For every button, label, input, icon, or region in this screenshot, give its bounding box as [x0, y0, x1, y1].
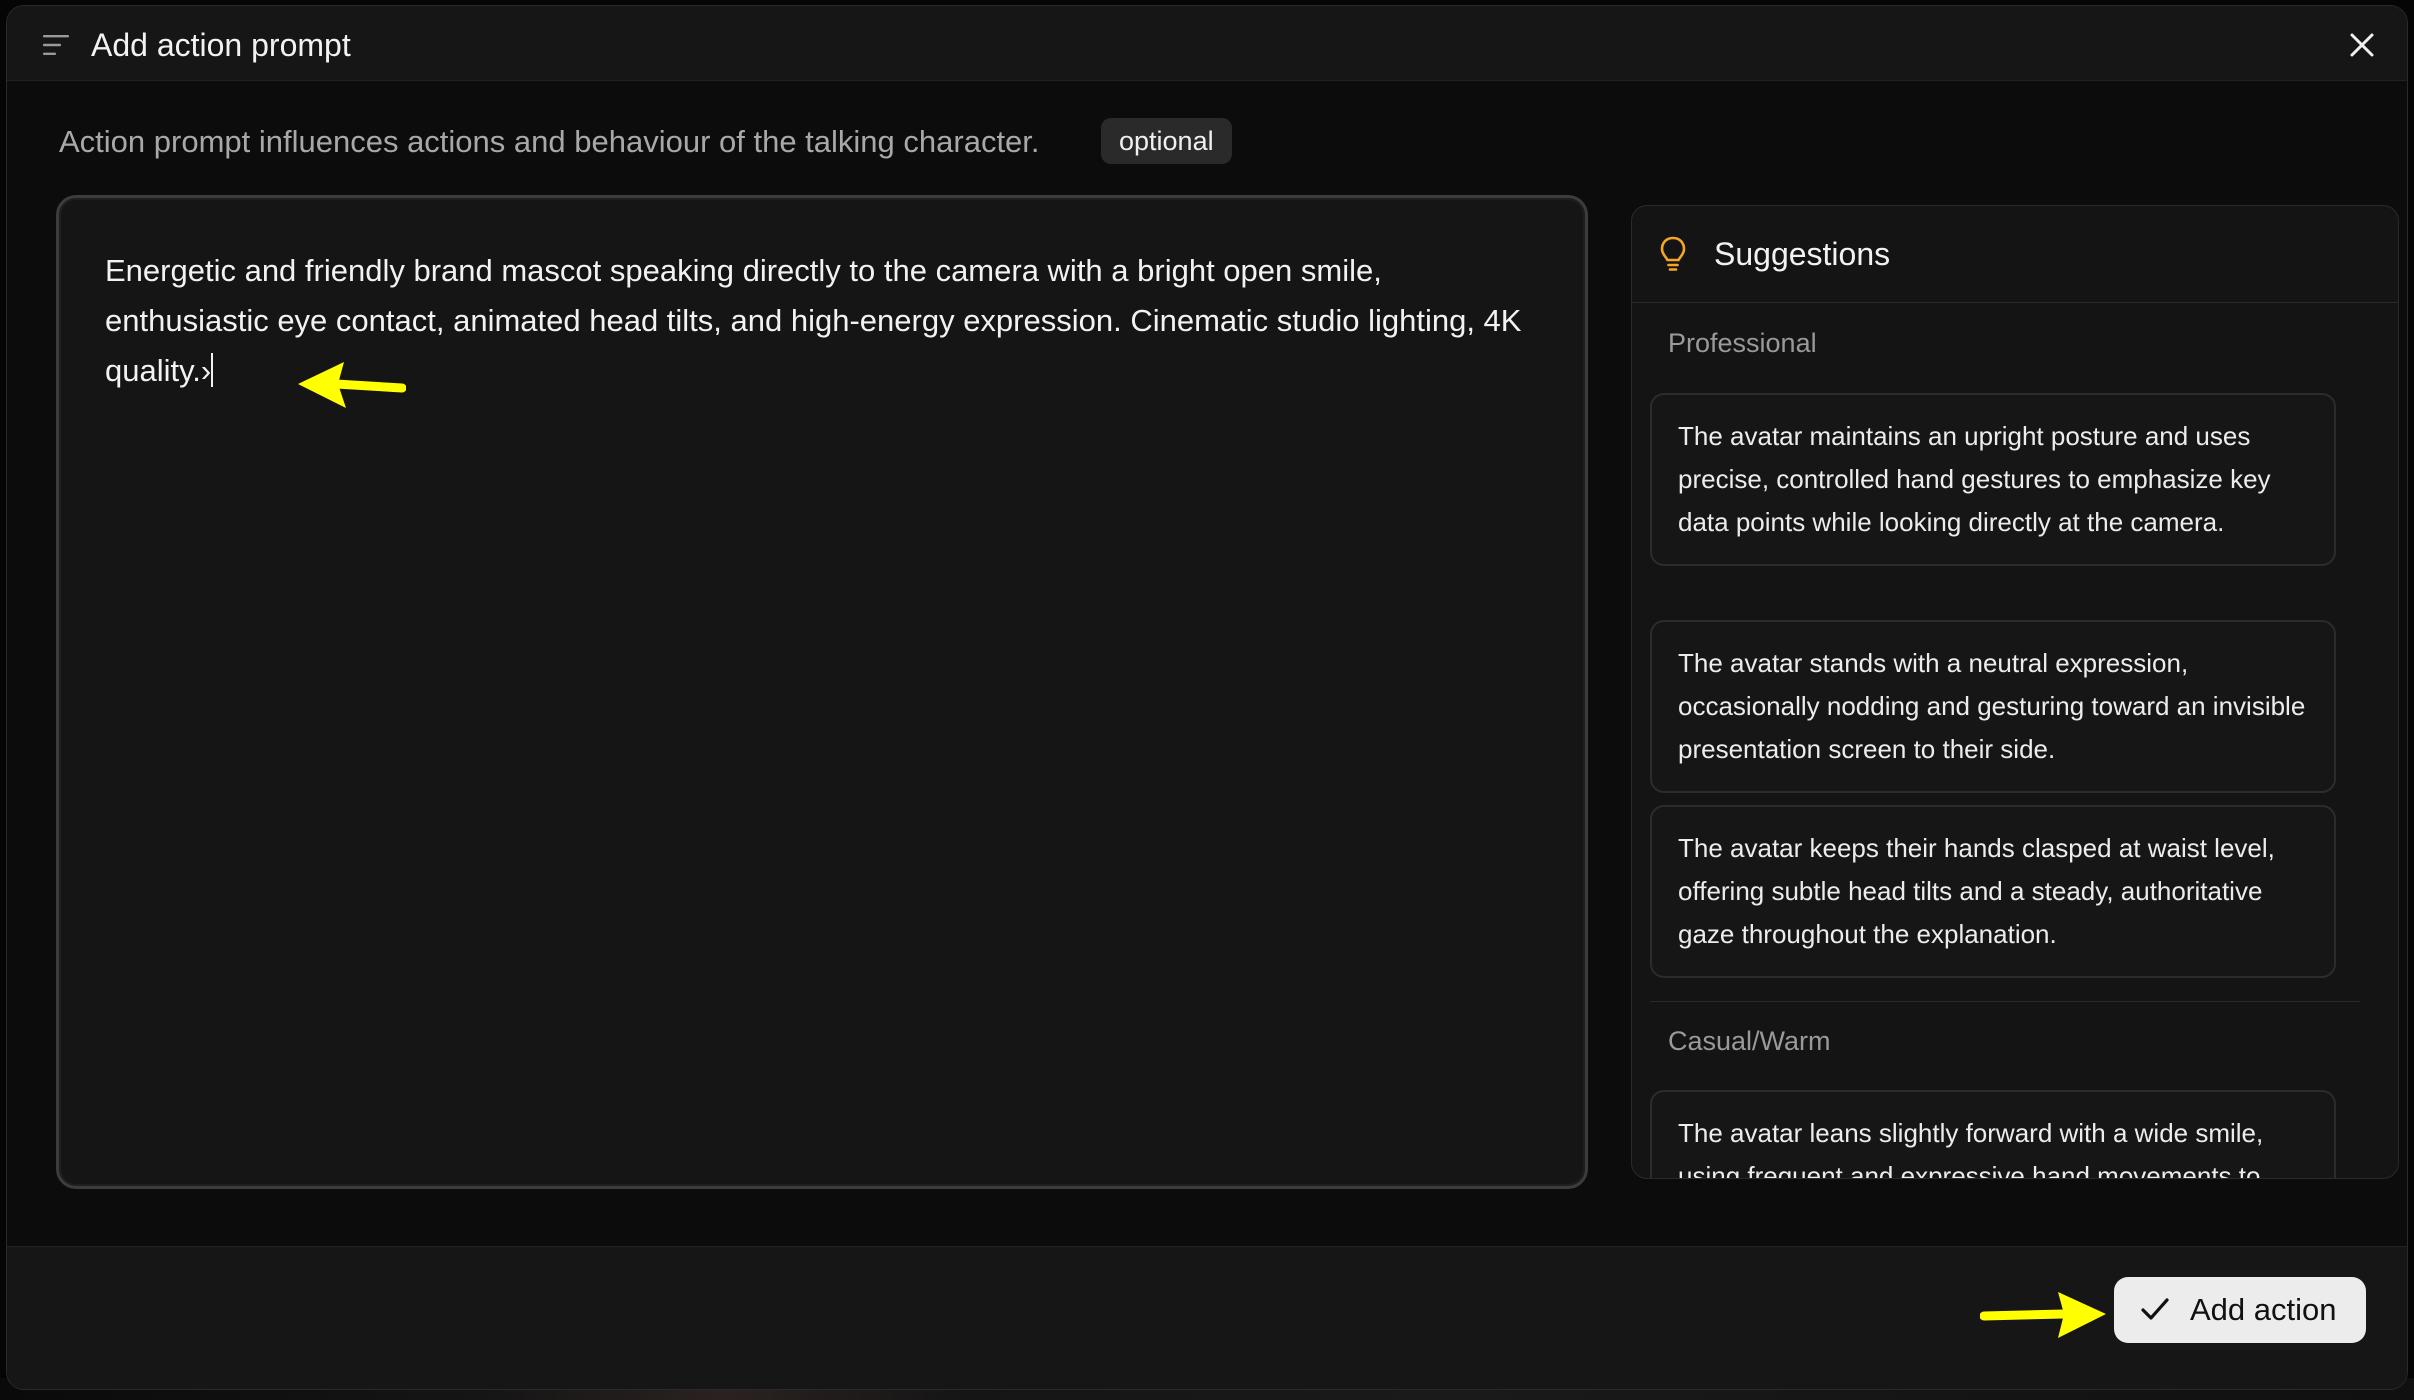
add-action-button[interactable]: Add action: [2114, 1277, 2366, 1343]
suggestion-card[interactable]: The avatar leans slightly forward with a…: [1650, 1090, 2336, 1178]
add-action-label: Add action: [2190, 1292, 2337, 1327]
suggestion-card[interactable]: The avatar maintains an upright posture …: [1650, 393, 2336, 566]
arrow-annotation-icon: [298, 362, 406, 408]
check-icon: [2141, 1298, 2169, 1320]
arrow-annotation-icon: [1980, 1292, 2106, 1338]
suggestion-card[interactable]: The avatar stands with a neutral express…: [1650, 620, 2336, 793]
suggestion-card[interactable]: The avatar keeps their hands clasped at …: [1650, 805, 2336, 978]
dialog-title: Add action prompt: [91, 27, 351, 63]
text-caret: [211, 353, 214, 387]
suggestions-panel: Suggestions Professional The avatar main…: [1631, 205, 2399, 1179]
add-action-prompt-dialog: Add action prompt Action prompt influenc…: [6, 5, 2408, 1390]
menu-icon[interactable]: [43, 34, 71, 56]
optional-badge: optional: [1101, 118, 1232, 164]
category-label-casual-warm: Casual/Warm: [1668, 1026, 1831, 1056]
suggestions-header: Suggestions: [1632, 206, 2398, 303]
lightbulb-icon: [1660, 236, 1686, 271]
dialog-header: Add action prompt: [7, 6, 2407, 81]
category-label-professional: Professional: [1668, 328, 1817, 358]
dialog-description: Action prompt influences actions and beh…: [59, 124, 1040, 159]
action-prompt-textarea[interactable]: Energetic and friendly brand mascot spea…: [56, 195, 1588, 1189]
suggestions-title: Suggestions: [1714, 236, 1891, 272]
category-divider: [1650, 1001, 2360, 1002]
close-icon[interactable]: [2347, 30, 2377, 60]
